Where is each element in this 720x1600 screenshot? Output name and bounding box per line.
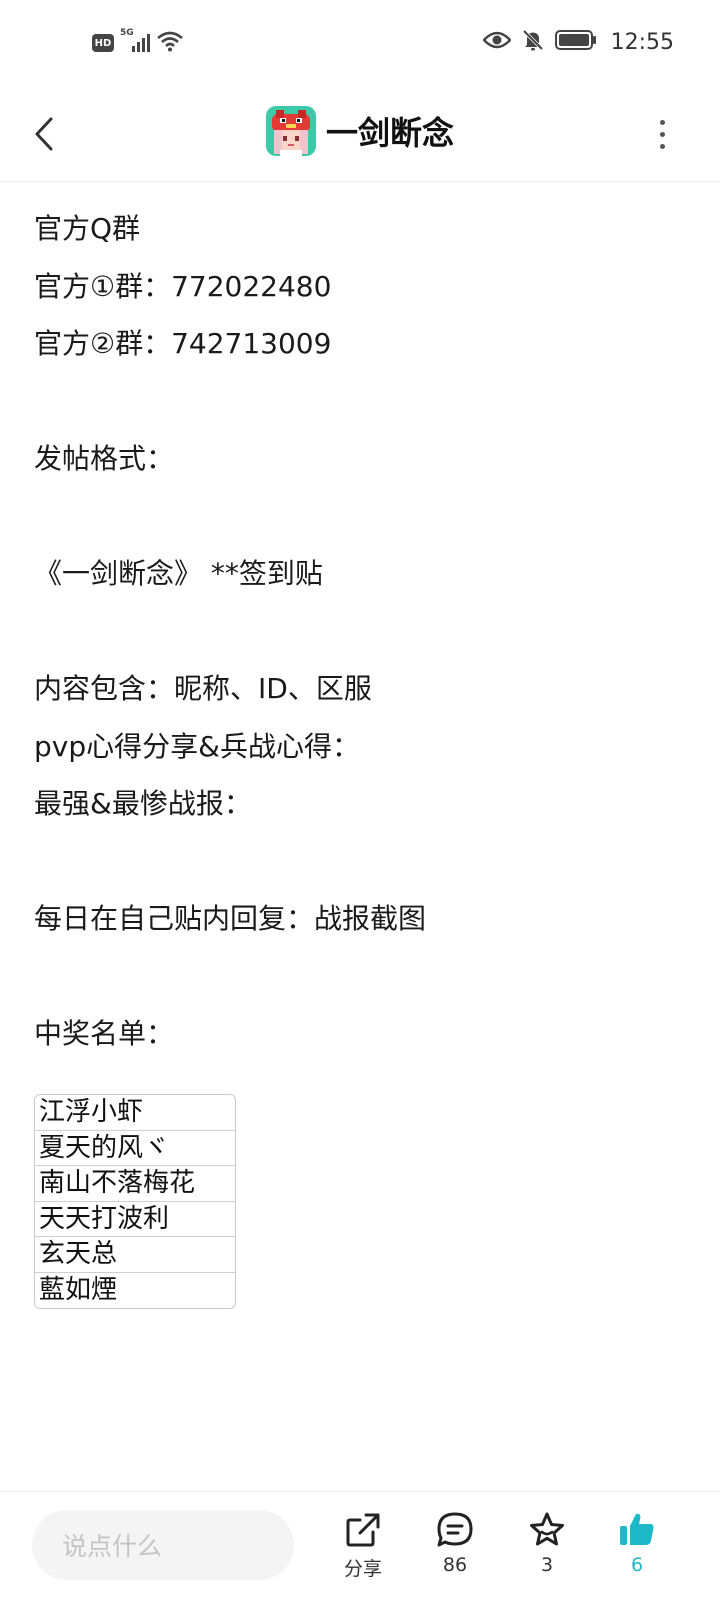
like-button[interactable]: 6 (602, 1510, 672, 1590)
winner-row: 玄天总 (35, 1237, 235, 1273)
winner-row: 天天打波利 (35, 1202, 235, 1237)
post-line: 最强&最惨战报： (34, 787, 252, 820)
post-line (34, 948, 694, 1006)
post-line: 发帖格式： (34, 442, 175, 475)
winner-row: 藍如煙 (39, 1274, 118, 1305)
star-icon (530, 1512, 564, 1546)
header-title-group[interactable]: 一剑断念 (0, 100, 720, 162)
page-title: 一剑断念 (325, 114, 454, 152)
post-line: 每日在自己贴内回复：战报截图 (34, 902, 427, 935)
more-vertical-icon (659, 119, 665, 125)
hd-badge: HD (92, 34, 114, 52)
more-vertical-icon (659, 143, 665, 149)
status-bar: HD 5G 12:55 (0, 0, 720, 86)
post-line: 内容包含：昵称、ID、区服 (34, 672, 372, 705)
likes-count: 6 (630, 1554, 644, 1576)
comments-button[interactable]: 86 (420, 1510, 490, 1590)
post-line: 官方Q群 (34, 212, 141, 245)
post-line (34, 603, 694, 661)
app-header: 一剑断念 (0, 86, 720, 182)
share-label: 分享 (343, 1558, 382, 1580)
winner-row: 夏天的风ヾ (35, 1131, 235, 1166)
comment-input[interactable]: 说点什么 (32, 1510, 294, 1580)
post-line: pvp心得分享&兵战心得： (34, 729, 360, 763)
winner-row: 南山不落梅花 (35, 1166, 235, 1202)
clock: 12:55 (610, 29, 674, 55)
more-options-button[interactable] (652, 114, 672, 154)
post-line (34, 488, 694, 546)
post-line: 官方②群：742713009 (34, 327, 332, 360)
status-right: 12:55 (481, 28, 674, 56)
thumbs-up-icon (620, 1513, 654, 1545)
status-left: HD 5G (92, 28, 184, 56)
bell-off-icon (521, 28, 545, 56)
game-avatar-icon (265, 106, 316, 156)
post-line: 《一剑断念》 **签到贴 (34, 557, 323, 590)
share-icon (346, 1513, 380, 1547)
more-vertical-icon (659, 131, 665, 137)
signal-icon: 5G (120, 28, 150, 54)
share-button[interactable]: 分享 (328, 1510, 398, 1590)
eye-icon (481, 30, 512, 54)
comments-count: 86 (442, 1554, 468, 1576)
wifi-icon (156, 30, 184, 56)
post-line: 官方①群：772022480 (34, 269, 332, 303)
favorites-count: 3 (540, 1554, 554, 1576)
winner-row: 江浮小虾 (35, 1095, 235, 1131)
post-line (34, 833, 694, 891)
battery-icon (554, 29, 597, 55)
comment-icon (437, 1512, 473, 1547)
winners-table-image[interactable]: 江浮小虾 夏天的风ヾ 南山不落梅花 天天打波利 玄天总 藍如煙 (34, 1094, 236, 1309)
post-line (34, 373, 694, 431)
bottom-action-bar: 说点什么 分享 86 3 6 (0, 1491, 720, 1600)
post-line: 中奖名单： (34, 1017, 175, 1050)
post-body: 官方Q群 官方①群：772022480 官方②群：742713009 发帖格式：… (34, 200, 694, 1063)
favorite-button[interactable]: 3 (512, 1510, 582, 1590)
